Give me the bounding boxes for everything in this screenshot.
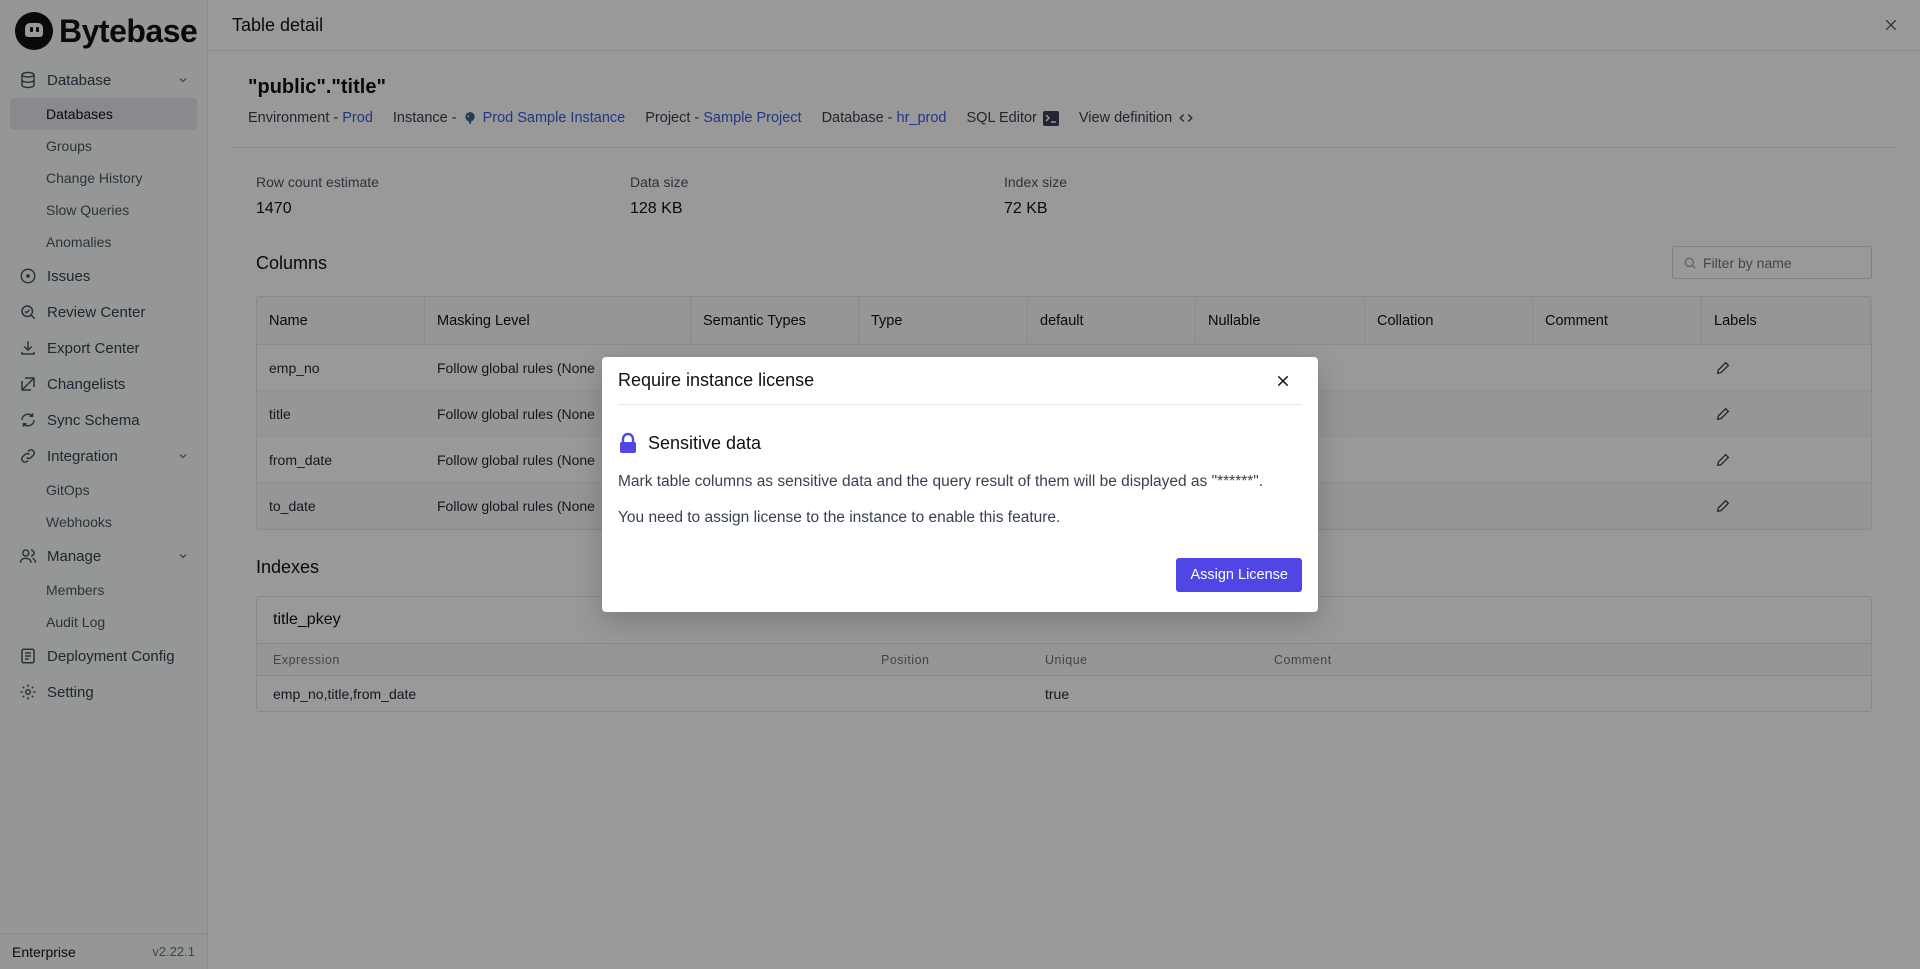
lock-icon — [620, 432, 636, 453]
license-hint: You need to assign license to the instan… — [618, 509, 1061, 526]
close-icon[interactable] — [1272, 370, 1294, 392]
license-modal: Require instance license Sensitive data … — [602, 357, 1318, 612]
feature-description: Mark table columns as sensitive data and… — [618, 473, 1264, 490]
feature-name: Sensitive data — [648, 432, 762, 453]
feature-heading: Sensitive data — [618, 432, 761, 454]
modal-title: Require instance license — [618, 370, 815, 390]
modal-header: Require instance license — [618, 357, 1302, 405]
assign-license-button[interactable]: Assign License — [1176, 558, 1302, 592]
